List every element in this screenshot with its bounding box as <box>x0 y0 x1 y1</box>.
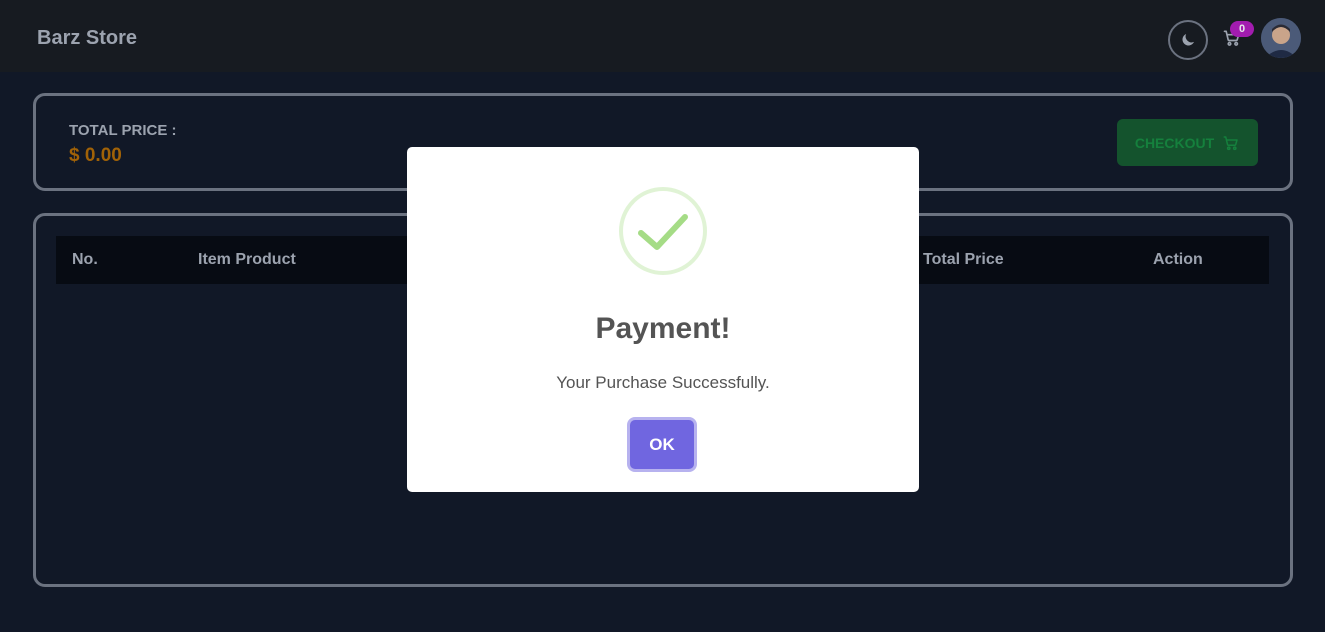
payment-success-dialog: Payment! Your Purchase Successfully. OK <box>407 147 919 492</box>
success-check-icon <box>619 187 707 275</box>
dialog-title: Payment! <box>595 312 731 345</box>
dialog-message: Your Purchase Successfully. <box>556 373 770 392</box>
ok-button[interactable]: OK <box>630 420 694 469</box>
